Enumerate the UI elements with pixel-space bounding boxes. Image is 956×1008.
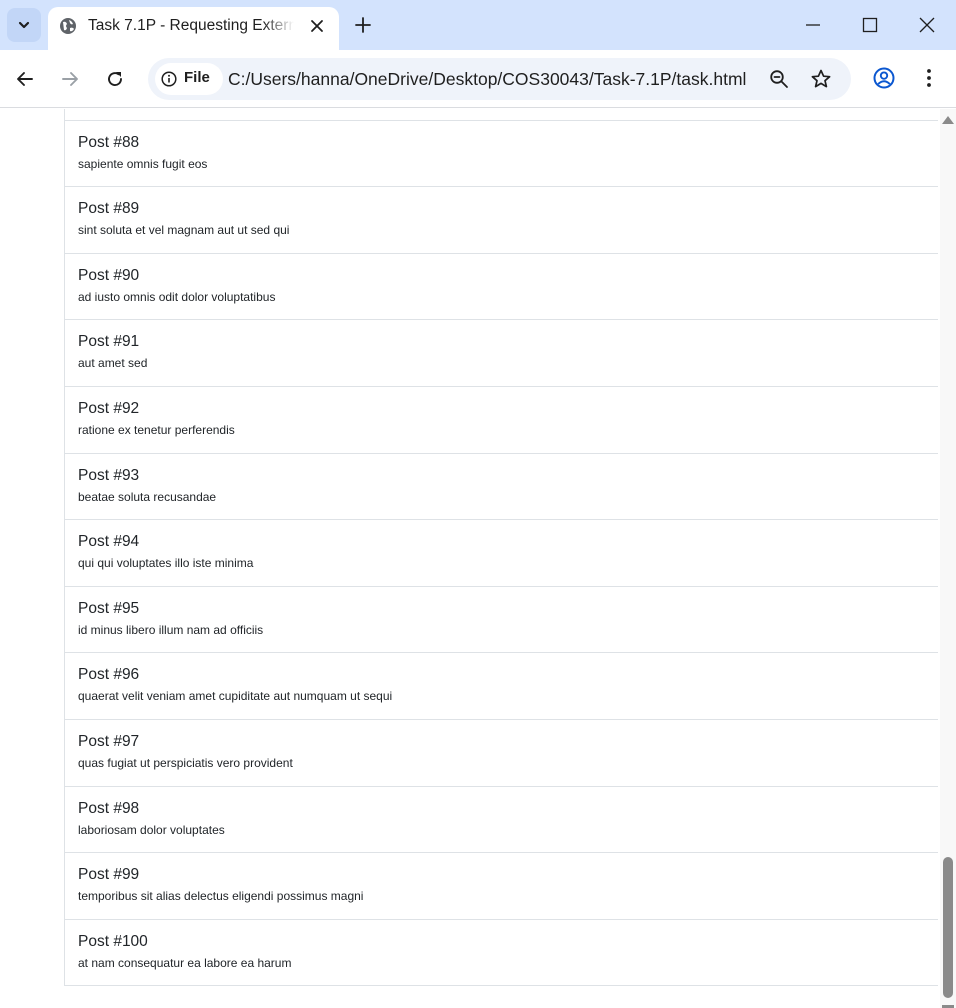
vertical-scrollbar[interactable] xyxy=(940,109,956,1008)
post-item: Post #93 beatae soluta recusandae xyxy=(65,454,938,521)
post-title: Post #96 xyxy=(78,666,140,684)
post-title: Post #98 xyxy=(78,799,140,817)
scrollbar-thumb[interactable] xyxy=(943,857,953,998)
url-text[interactable]: C:/Users/hanna/OneDrive/Desktop/COS30043… xyxy=(228,69,746,90)
tab-title: Task 7.1P - Requesting External Data xyxy=(88,17,294,34)
star-icon[interactable] xyxy=(810,68,832,90)
back-icon[interactable] xyxy=(15,69,35,89)
post-item: Post #90 ad iusto omnis odit dolor volupt… xyxy=(65,254,938,321)
post-item: Post #99 temporibus sit alias delectus el… xyxy=(65,853,938,920)
scroll-up-arrow[interactable] xyxy=(942,116,954,124)
zoom-icon[interactable] xyxy=(769,69,789,89)
post-body: ratione ex tenetur perferendis xyxy=(78,422,235,437)
post-title: Post #92 xyxy=(78,399,140,417)
minimize-icon[interactable] xyxy=(805,17,821,33)
post-body: sint soluta et vel magnam aut ut sed qui xyxy=(78,223,290,238)
post-title: Post #88 xyxy=(78,133,140,151)
address-bar[interactable]: File C:/Users/hanna/OneDrive/Desktop/COS… xyxy=(148,58,851,100)
post-title: Post #94 xyxy=(78,533,140,551)
post-item: Post #94 qui qui voluptates illo iste min… xyxy=(65,520,938,587)
post-body: ad iusto omnis odit dolor voluptatibus xyxy=(78,289,276,304)
close-icon[interactable] xyxy=(309,18,325,34)
post-body: id minus libero illum nam ad officiis xyxy=(78,622,264,637)
post-item: Post #97 quas fugiat ut perspiciatis vero… xyxy=(65,720,938,787)
post-item: Post #95 id minus libero illum nam ad off… xyxy=(65,587,938,654)
site-info-chip[interactable]: File xyxy=(155,63,223,95)
post-title: Post #93 xyxy=(78,466,140,484)
post-body: at nam consequatur ea labore ea harum xyxy=(78,955,292,970)
post-title: Post #89 xyxy=(78,200,140,218)
post-body: aut amet sed xyxy=(78,356,148,371)
tab-strip: Task 7.1P - Requesting External Data xyxy=(0,0,956,50)
post-body: quas fugiat ut perspiciatis vero provide… xyxy=(78,755,293,770)
post-title: Post #95 xyxy=(78,599,140,617)
post-item: Post #92 ratione ex tenetur perferendis xyxy=(65,387,938,454)
maximize-icon[interactable] xyxy=(862,17,878,33)
window-close-icon[interactable] xyxy=(919,17,935,33)
globe-icon xyxy=(60,18,76,34)
post-list: Post #87nostrum quis quasi placeatPost #… xyxy=(64,109,938,987)
post-item: Post #96 quaerat velit veniam amet cupidi… xyxy=(65,653,938,720)
post-title: Post #97 xyxy=(78,732,140,750)
post-item: Post #88 sapiente omnis fugit eos xyxy=(65,121,938,188)
post-title: Post #90 xyxy=(78,266,140,284)
page-viewport: Post #87nostrum quis quasi placeatPost #… xyxy=(0,109,940,1008)
post-body: laboriosam dolor voluptates xyxy=(78,822,225,837)
post-item: Post #100 at nam consequatur ea labore ea… xyxy=(65,920,938,987)
chevron-down-icon xyxy=(18,21,30,29)
forward-icon[interactable] xyxy=(60,69,80,89)
file-chip-label: File xyxy=(184,69,210,86)
plus-icon[interactable] xyxy=(354,16,372,34)
browser-toolbar: File C:/Users/hanna/OneDrive/Desktop/COS… xyxy=(0,50,956,108)
post-item: Post #87nostrum quis quasi placeat xyxy=(65,109,938,121)
tab-search-button[interactable] xyxy=(7,8,41,42)
post-body: beatae soluta recusandae xyxy=(78,489,217,504)
post-body: temporibus sit alias delectus eligendi p… xyxy=(78,889,364,904)
post-body: quaerat velit veniam amet cupiditate aut… xyxy=(78,689,393,704)
menu-icon[interactable] xyxy=(919,67,939,89)
info-icon xyxy=(161,71,177,87)
post-title: Post #100 xyxy=(78,932,148,950)
post-body: sapiente omnis fugit eos xyxy=(78,156,208,171)
post-item: Post #91 aut amet sed xyxy=(65,320,938,387)
post-item: Post #89 sint soluta et vel magnam aut ut… xyxy=(65,187,938,254)
profile-icon[interactable] xyxy=(873,67,895,89)
reload-icon[interactable] xyxy=(105,69,125,89)
post-title: Post #99 xyxy=(78,866,140,884)
active-tab[interactable]: Task 7.1P - Requesting External Data xyxy=(48,7,339,50)
post-title: Post #91 xyxy=(78,333,140,351)
post-item: Post #98 laboriosam dolor voluptates xyxy=(65,787,938,854)
post-body: qui qui voluptates illo iste minima xyxy=(78,556,254,571)
